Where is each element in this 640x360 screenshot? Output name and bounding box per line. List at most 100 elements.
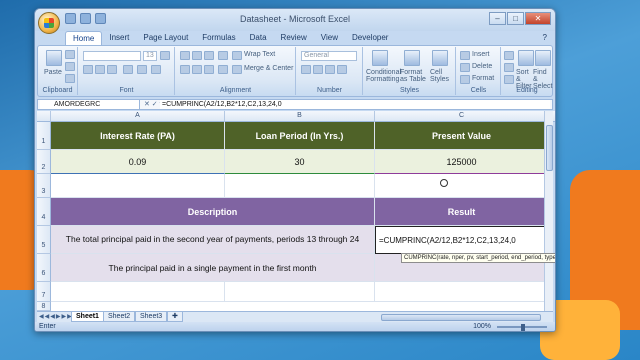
horizontal-scroll-thumb[interactable]	[381, 314, 541, 321]
cell-a5-merged[interactable]: The total principal paid in the second y…	[51, 226, 375, 254]
format-icon[interactable]	[460, 75, 470, 84]
cut-icon[interactable]	[65, 50, 75, 59]
close-button[interactable]: ✕	[525, 12, 551, 25]
conditional-formatting-icon[interactable]	[372, 50, 388, 66]
cell-a7[interactable]	[51, 282, 225, 302]
wrap-text-icon[interactable]	[232, 51, 242, 60]
align-center-icon[interactable]	[192, 65, 202, 74]
font-name-select[interactable]	[83, 51, 141, 61]
formula-input[interactable]: =CUMPRINC(A2/12,B2*12,C2,13,24,0	[160, 100, 550, 109]
zoom-level[interactable]: 100%	[473, 322, 491, 331]
insert-sheet-icon[interactable]: ✚	[167, 312, 183, 322]
zoom-slider-knob[interactable]	[521, 324, 525, 331]
cell-a1[interactable]: Interest Rate (PA)	[51, 122, 225, 150]
format-as-table-icon[interactable]	[404, 50, 420, 66]
cell-a4-merged[interactable]: Description	[51, 198, 375, 226]
row-header-4[interactable]: 4	[37, 198, 51, 226]
sheet-nav-buttons[interactable]: ◀◀◀▶▶▶	[39, 313, 73, 320]
align-middle-icon[interactable]	[192, 51, 202, 60]
row-header-6[interactable]: 6	[37, 254, 51, 282]
fill-icon[interactable]	[504, 63, 514, 72]
grow-font-icon[interactable]	[160, 51, 170, 60]
increase-decimal-icon[interactable]	[337, 65, 347, 74]
delete-label[interactable]: Delete	[472, 63, 492, 70]
sheet-tab-1[interactable]: Sheet1	[71, 312, 104, 322]
number-format-select[interactable]: General	[301, 51, 357, 61]
cell-c7[interactable]	[375, 282, 549, 302]
paste-icon[interactable]	[46, 50, 62, 66]
sheet-tab-2[interactable]: Sheet2	[103, 312, 136, 322]
column-header-c[interactable]: C	[375, 111, 549, 122]
underline-icon[interactable]	[107, 65, 117, 74]
cell-a3[interactable]	[51, 174, 225, 198]
vertical-scroll-thumb[interactable]	[546, 125, 553, 171]
sort-filter-icon[interactable]	[518, 50, 534, 66]
delete-icon[interactable]	[460, 63, 470, 72]
select-all-corner[interactable]	[37, 111, 51, 122]
clear-icon[interactable]	[504, 75, 514, 84]
row-header-1[interactable]: 1	[37, 122, 51, 150]
italic-icon[interactable]	[95, 65, 105, 74]
tab-review[interactable]: Review	[274, 31, 314, 46]
comma-icon[interactable]	[325, 65, 335, 74]
align-left-icon[interactable]	[180, 65, 190, 74]
name-box[interactable]: AMORDEGRC	[40, 100, 140, 109]
cell-styles-icon[interactable]	[432, 50, 448, 66]
font-color-icon[interactable]	[151, 65, 161, 74]
tab-data[interactable]: Data	[243, 31, 274, 46]
tab-insert[interactable]: Insert	[102, 31, 136, 46]
insert-label[interactable]: Insert	[472, 51, 490, 58]
row-header-5[interactable]: 5	[37, 226, 51, 254]
cell-c2[interactable]: 125000	[375, 150, 549, 174]
font-size-select[interactable]: 13	[143, 51, 157, 61]
wrap-text-label[interactable]: Wrap Text	[244, 51, 275, 58]
minimize-button[interactable]: –	[489, 12, 506, 25]
align-bottom-icon[interactable]	[204, 51, 214, 60]
cell-b3[interactable]	[225, 174, 375, 198]
help-icon[interactable]: ?	[543, 33, 547, 42]
tab-page-layout[interactable]: Page Layout	[136, 31, 195, 46]
cell-b1[interactable]: Loan Period (In Yrs.)	[225, 122, 375, 150]
merge-center-icon[interactable]	[232, 65, 242, 74]
tab-developer[interactable]: Developer	[345, 31, 395, 46]
column-header-a[interactable]: A	[51, 111, 225, 122]
cell-c4[interactable]: Result	[375, 198, 549, 226]
currency-icon[interactable]	[301, 65, 311, 74]
cell-a6-merged[interactable]: The principal paid in a single payment i…	[51, 254, 375, 282]
cell-c3[interactable]	[375, 174, 549, 198]
tab-formulas[interactable]: Formulas	[195, 31, 242, 46]
cell-b7[interactable]	[225, 282, 375, 302]
vertical-scrollbar[interactable]	[544, 111, 553, 311]
bold-icon[interactable]	[83, 65, 93, 74]
row-header-3[interactable]: 3	[37, 174, 51, 198]
borders-icon[interactable]	[123, 65, 133, 74]
cell-styles-label[interactable]: Cell Styles	[430, 69, 452, 83]
maximize-button[interactable]: □	[507, 12, 524, 25]
align-right-icon[interactable]	[204, 65, 214, 74]
tab-view[interactable]: View	[314, 31, 345, 46]
percent-icon[interactable]	[313, 65, 323, 74]
merge-center-label[interactable]: Merge & Center	[244, 65, 293, 72]
orientation-icon[interactable]	[218, 51, 228, 60]
insert-icon[interactable]	[460, 51, 470, 60]
cell-c5-editing[interactable]: =CUMPRINC(A2/12,B2*12,C2,13,24,0	[375, 226, 549, 254]
cell-c1[interactable]: Present Value	[375, 122, 549, 150]
align-top-icon[interactable]	[180, 51, 190, 60]
column-header-b[interactable]: B	[225, 111, 375, 122]
find-select-icon[interactable]	[535, 50, 551, 66]
cell-a2[interactable]: 0.09	[51, 150, 225, 174]
indent-icon[interactable]	[218, 65, 228, 74]
autosum-icon[interactable]	[504, 51, 514, 60]
sheet-tab-3[interactable]: Sheet3	[135, 312, 168, 322]
office-button[interactable]	[38, 12, 60, 34]
copy-icon[interactable]	[65, 62, 75, 71]
row-header-2[interactable]: 2	[37, 150, 51, 174]
conditional-formatting-label[interactable]: Conditional Formatting	[366, 69, 401, 83]
cell-b2[interactable]: 30	[225, 150, 375, 174]
format-label[interactable]: Format	[472, 75, 494, 82]
row-header-7[interactable]: 7	[37, 282, 51, 302]
fill-color-icon[interactable]	[137, 65, 147, 74]
row-header-8[interactable]: 8	[37, 302, 51, 311]
format-painter-icon[interactable]	[65, 74, 75, 83]
format-as-table-label[interactable]: Format as Table	[400, 69, 428, 83]
